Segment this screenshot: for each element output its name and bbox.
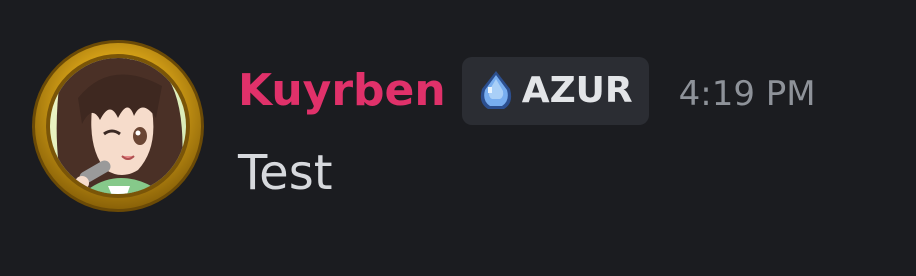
chat-message: Kuyrben AZUR 4:19 PM Test — [0, 0, 916, 276]
avatar-image — [32, 40, 204, 212]
server-tag-label: AZUR — [521, 70, 633, 111]
message-content: Test — [238, 145, 333, 201]
username[interactable]: Kuyrben — [238, 69, 446, 113]
message-timestamp: 4:19 PM — [678, 74, 816, 114]
server-tag[interactable]: AZUR — [461, 57, 649, 125]
blue-gem-icon — [476, 69, 516, 113]
user-avatar[interactable] — [30, 38, 206, 214]
message-header: Kuyrben AZUR 4:19 PM — [238, 56, 816, 126]
